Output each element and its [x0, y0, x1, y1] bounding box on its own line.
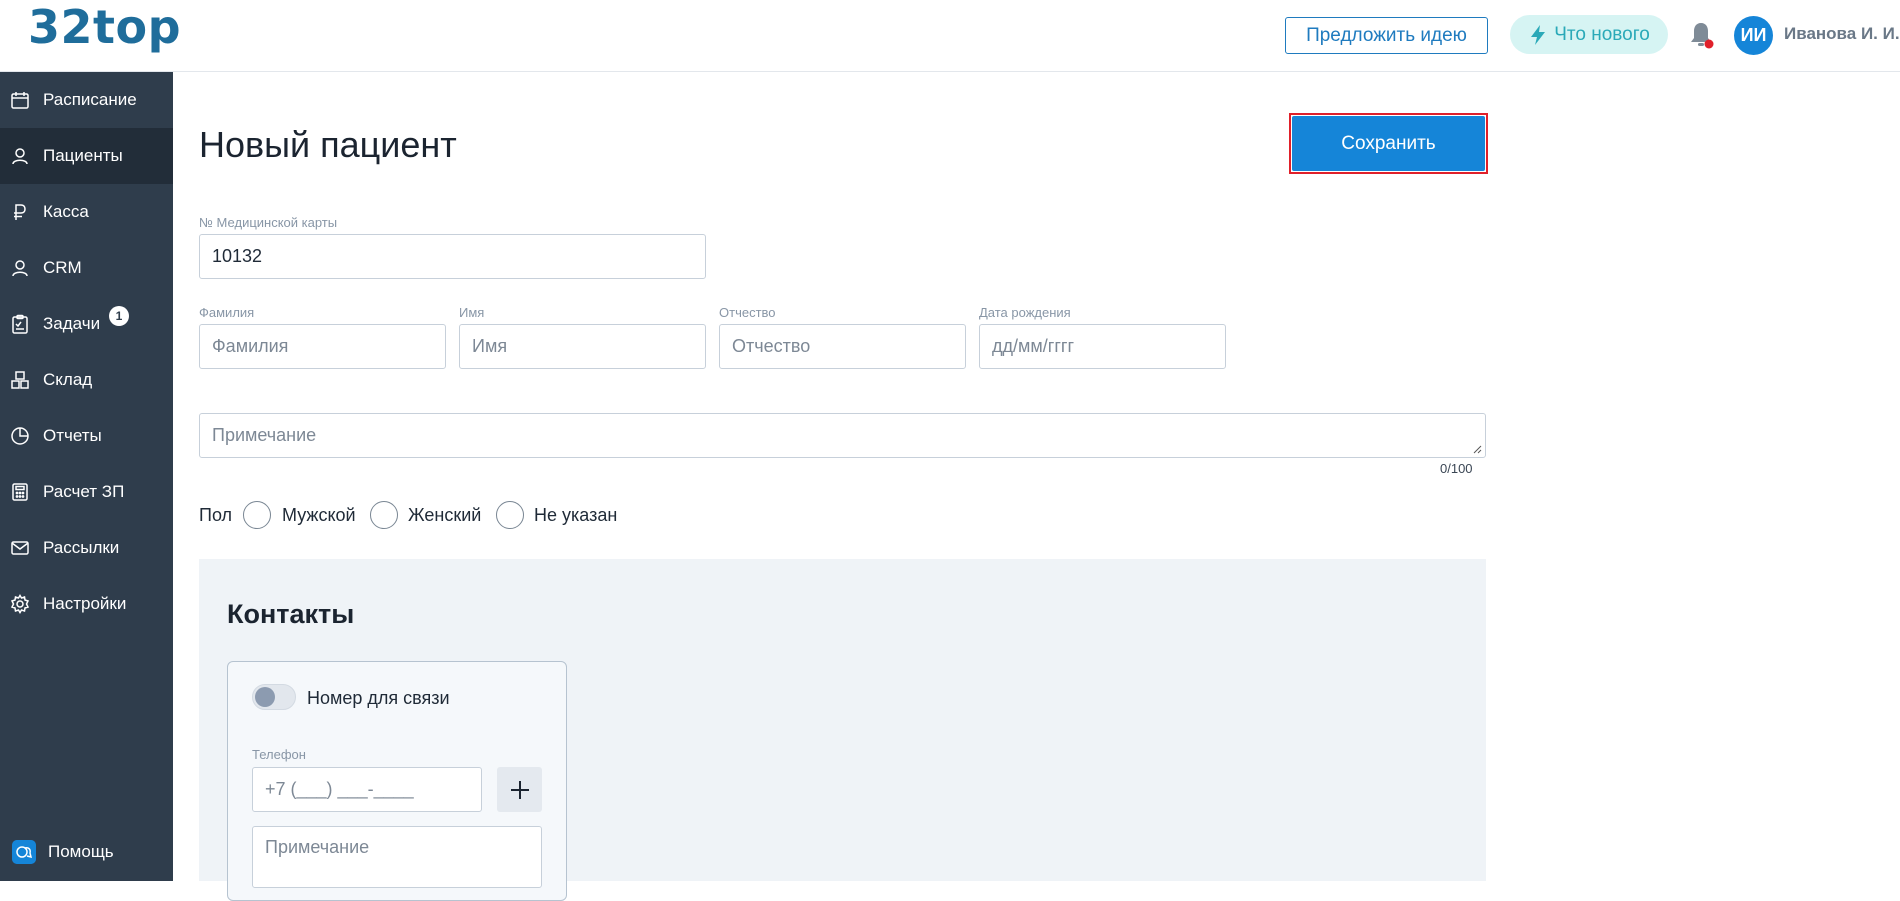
primary-contact-toggle[interactable]: [252, 684, 296, 710]
last-name-label: Фамилия: [199, 305, 255, 320]
sidebar-item-cashbox[interactable]: Касса: [0, 184, 173, 240]
suggest-idea-button[interactable]: Предложить идею: [1285, 17, 1488, 54]
sidebar-item-schedule[interactable]: Расписание: [0, 72, 173, 128]
phone-label: Телефон: [252, 747, 306, 762]
sidebar-item-label: Расписание: [43, 90, 137, 109]
calendar-icon: [11, 92, 29, 109]
birth-date-label: Дата рождения: [979, 305, 1071, 320]
first-name-input[interactable]: Имя: [459, 324, 706, 369]
gender-label: Пол: [199, 505, 233, 525]
note-textarea[interactable]: Примечание: [199, 413, 1486, 458]
add-phone-button[interactable]: [497, 767, 542, 812]
pie-chart-icon: [11, 427, 29, 445]
whats-new-label: Что нового: [1554, 23, 1650, 45]
sidebar-item-label: Задачи: [43, 314, 101, 333]
lightning-icon: [1531, 24, 1546, 45]
avatar[interactable]: ИИ: [1734, 16, 1773, 55]
sidebar-item-reports[interactable]: Отчеты: [0, 408, 173, 464]
top-bar: 32top Предложить идею Что нового ИИ Иван…: [0, 0, 1900, 72]
user-name[interactable]: Иванова И. И.: [1784, 24, 1900, 44]
user-icon: [12, 260, 28, 277]
gender-unspecified-label[interactable]: Не указан: [534, 505, 617, 526]
sidebar-item-label: Настройки: [43, 594, 127, 613]
sidebar-item-label: Пациенты: [43, 146, 123, 165]
gender-female-radio[interactable]: [370, 501, 398, 529]
sidebar-item-tasks[interactable]: Задачи 1: [0, 296, 173, 352]
plus-icon: [510, 780, 529, 799]
first-name-label: Имя: [459, 305, 485, 320]
save-button[interactable]: Сохранить: [1292, 116, 1485, 171]
ruble-icon: [14, 204, 26, 220]
contacts-title: Контакты: [227, 599, 355, 629]
sidebar-item-label: Касса: [43, 202, 89, 221]
sidebar-item-warehouse[interactable]: Склад: [0, 352, 173, 408]
logo[interactable]: 32top: [28, 0, 181, 54]
mail-icon: [11, 541, 29, 555]
last-name-input[interactable]: Фамилия: [199, 324, 446, 369]
page-title: Новый пациент: [199, 124, 457, 165]
sidebar-item-label: Расчет ЗП: [43, 482, 125, 501]
whats-new-button[interactable]: Что нового: [1510, 15, 1668, 54]
patronymic-input[interactable]: Отчество: [719, 324, 966, 369]
gender-male-radio[interactable]: [243, 501, 271, 529]
help-button[interactable]: Помощь: [0, 832, 173, 872]
boxes-icon: [11, 371, 29, 389]
sidebar-item-label: Рассылки: [43, 538, 120, 557]
birth-date-input[interactable]: дд/мм/гггг: [979, 324, 1226, 369]
card-number-label: № Медицинской карты: [199, 215, 338, 230]
sidebar-item-crm[interactable]: CRM: [0, 240, 173, 296]
bell-icon[interactable]: [1688, 20, 1714, 50]
contact-card: Номер для связи Телефон +7 (___) ___-___…: [227, 661, 567, 901]
primary-contact-label: Номер для связи: [307, 688, 450, 708]
sidebar-item-mailings[interactable]: Рассылки: [0, 520, 173, 576]
gender-male-label[interactable]: Мужской: [282, 505, 356, 526]
tasks-count-badge: 1: [109, 306, 129, 326]
sidebar: Расписание Пациенты Касса CRM Задачи 1 С…: [0, 72, 173, 881]
help-chat-icon: [12, 840, 36, 864]
user-icon: [12, 148, 28, 165]
note-char-counter: 0/100: [1440, 461, 1473, 476]
contact-note-textarea[interactable]: Примечание: [252, 826, 542, 888]
calculator-icon: [12, 483, 28, 501]
sidebar-item-settings[interactable]: Настройки: [0, 576, 173, 632]
sidebar-item-label: CRM: [43, 258, 82, 277]
gear-icon: [10, 594, 30, 614]
resize-handle-icon[interactable]: [1472, 444, 1482, 454]
sidebar-item-patients[interactable]: Пациенты: [0, 128, 173, 184]
phone-input[interactable]: +7 (___) ___-____: [252, 767, 482, 812]
gender-female-label[interactable]: Женский: [408, 505, 481, 526]
card-number-input[interactable]: 10132: [199, 234, 706, 279]
sidebar-item-payroll[interactable]: Расчет ЗП: [0, 464, 173, 520]
patronymic-label: Отчество: [719, 305, 776, 320]
sidebar-item-label: Склад: [43, 370, 93, 389]
gender-unspecified-radio[interactable]: [496, 501, 524, 529]
sidebar-item-label: Отчеты: [43, 426, 102, 445]
clipboard-icon: [12, 314, 28, 334]
toggle-knob: [255, 687, 275, 707]
contacts-section: Контакты Номер для связи Телефон +7 (___…: [199, 559, 1486, 901]
help-label: Помощь: [48, 842, 114, 861]
